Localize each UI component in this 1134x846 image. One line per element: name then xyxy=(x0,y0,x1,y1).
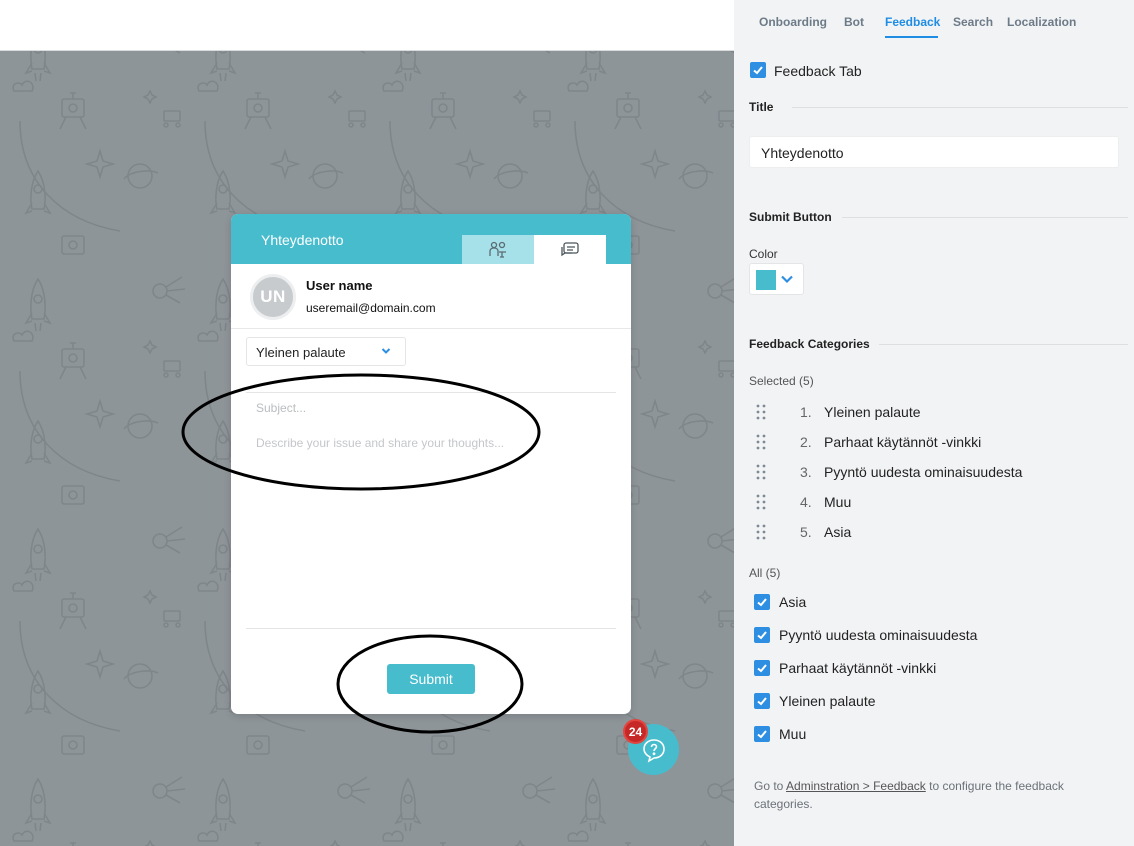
message-area[interactable]: Subject... Describe your issue and share… xyxy=(246,392,616,629)
color-label: Color xyxy=(749,247,778,261)
check-icon xyxy=(753,66,763,75)
widget-header: Yhteydenotto xyxy=(231,214,631,264)
category-label: Yleinen palaute xyxy=(779,693,876,709)
divider xyxy=(879,344,1128,345)
drag-handle-icon[interactable] xyxy=(755,494,767,510)
drag-handle-icon[interactable] xyxy=(755,404,767,420)
category-select[interactable]: Yleinen palaute xyxy=(246,337,406,366)
item-number: 5. xyxy=(800,524,812,540)
item-label: Pyyntö uudesta ominaisuudesta xyxy=(824,464,1023,480)
tab-bot[interactable]: Bot xyxy=(844,15,864,29)
tab-feedback[interactable] xyxy=(534,235,606,264)
description-textarea[interactable]: Describe your issue and share your thoug… xyxy=(256,436,504,450)
avatar: UN xyxy=(250,274,296,320)
footer-prefix: Go to xyxy=(754,779,787,793)
tab-localization[interactable]: Localization xyxy=(1007,15,1076,29)
item-label: Asia xyxy=(824,524,852,540)
category-label: Pyyntö uudesta ominaisuudesta xyxy=(779,627,978,643)
category-label: Parhaat käytännöt -vinkki xyxy=(779,660,937,676)
divider xyxy=(842,217,1128,218)
item-number: 2. xyxy=(800,434,812,450)
title-section-heading: Title xyxy=(749,100,774,114)
color-swatch xyxy=(756,270,776,290)
submit-section-heading: Submit Button xyxy=(749,210,832,224)
feedback-widget: Yhteydenotto UN User name useremail@doma… xyxy=(231,214,631,714)
drag-handle-icon[interactable] xyxy=(755,524,767,540)
item-label: Parhaat käytännöt -vinkki xyxy=(824,434,982,450)
check-icon xyxy=(757,730,767,739)
category-label: Asia xyxy=(779,594,807,610)
selected-count-label: Selected (5) xyxy=(749,374,814,388)
color-picker[interactable] xyxy=(749,263,804,295)
drag-handle-icon[interactable] xyxy=(755,464,767,480)
check-icon xyxy=(757,664,767,673)
user-name: User name xyxy=(306,278,373,293)
preview-topbar xyxy=(0,0,734,51)
active-tab-indicator xyxy=(885,36,938,38)
check-icon xyxy=(757,631,767,640)
item-number: 4. xyxy=(800,494,812,510)
footer-note: Go to Adminstration > Feedback to config… xyxy=(754,777,1114,813)
item-number: 1. xyxy=(800,404,812,420)
feedback-tab-label: Feedback Tab xyxy=(774,63,862,79)
user-info: UN User name useremail@domain.com xyxy=(231,264,631,329)
item-number: 3. xyxy=(800,464,812,480)
administration-feedback-link[interactable]: Adminstration > Feedback xyxy=(786,779,926,793)
category-checkbox[interactable] xyxy=(754,627,770,643)
check-icon xyxy=(757,598,767,607)
chat-bubbles-icon xyxy=(561,241,579,256)
category-checkbox[interactable] xyxy=(754,693,770,709)
question-bubble-icon xyxy=(642,738,665,763)
category-select-value: Yleinen palaute xyxy=(256,345,346,360)
chevron-down-icon xyxy=(381,348,391,354)
all-count-label: All (5) xyxy=(749,566,781,580)
title-input-value: Yhteydenotto xyxy=(761,145,844,161)
title-input[interactable]: Yhteydenotto xyxy=(749,136,1119,168)
item-label: Muu xyxy=(824,494,852,510)
drag-handle-icon[interactable] xyxy=(755,434,767,450)
item-label: Yleinen palaute xyxy=(824,404,921,420)
subject-input[interactable]: Subject... xyxy=(256,401,306,415)
user-email: useremail@domain.com xyxy=(306,301,436,315)
divider xyxy=(792,107,1128,108)
category-checkbox[interactable] xyxy=(754,726,770,742)
category-checkbox[interactable] xyxy=(754,594,770,610)
people-icon xyxy=(489,241,506,258)
settings-tabs: Onboarding Bot Feedback Search Localizat… xyxy=(734,0,1134,40)
notification-badge: 24 xyxy=(623,719,648,744)
category-label: Muu xyxy=(779,726,807,742)
widget-title: Yhteydenotto xyxy=(261,232,344,248)
tab-feedback-settings[interactable]: Feedback xyxy=(885,15,940,29)
feedback-tab-checkbox[interactable] xyxy=(750,62,766,78)
settings-panel: Onboarding Bot Feedback Search Localizat… xyxy=(734,0,1134,846)
submit-button[interactable]: Submit xyxy=(387,664,475,694)
tab-search[interactable]: Search xyxy=(953,15,993,29)
categories-section-heading: Feedback Categories xyxy=(749,337,870,351)
category-checkbox[interactable] xyxy=(754,660,770,676)
tab-onboarding[interactable]: Onboarding xyxy=(759,15,827,29)
tab-community[interactable] xyxy=(462,235,534,264)
check-icon xyxy=(757,697,767,706)
chevron-down-icon xyxy=(781,275,793,284)
